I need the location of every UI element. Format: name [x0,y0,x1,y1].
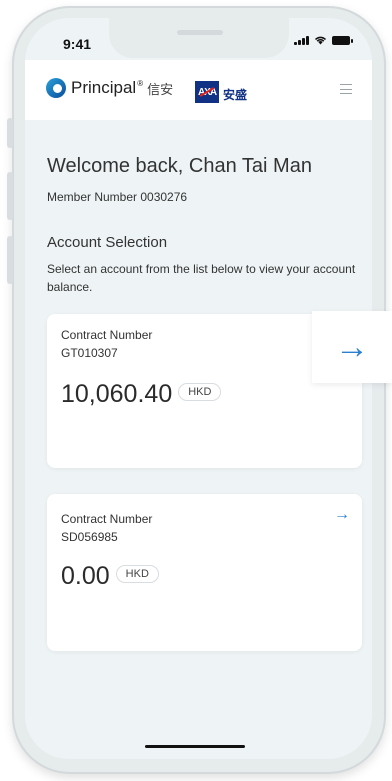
arrow-right-icon: → [335,328,369,366]
balance-amount: 0.00 [61,562,110,590]
account-balance: 0.00 HKD [61,562,159,591]
currency-badge: HKD [115,565,159,584]
phone-side-button [7,236,13,284]
arrow-right-icon[interactable]: → [334,506,350,524]
home-indicator [145,745,245,748]
account-balance: 10,060.40 HKD [61,380,222,409]
contract-number: SD056985 [61,530,118,544]
account-selection-description: Select an account from the list below to… [47,262,356,294]
contract-number-label: Contract Number [61,328,153,342]
contract-number-label: Contract Number [61,512,153,526]
principal-brand-cn: 信安 [147,81,174,97]
menu-icon[interactable] [340,84,352,94]
welcome-heading: Welcome back, Chan Tai Man [47,155,312,177]
account-card[interactable]: Contract Number SD056985 0.00 HKD → [47,494,362,651]
principal-logo: Principal® 信安 [46,78,173,98]
app-content: Principal® 信安 AXA 安盛 Welcome back, Chan … [25,18,372,759]
balance-amount: 10,060.40 [61,380,173,408]
phone-side-button [7,118,13,148]
contract-number: GT010307 [61,346,118,360]
member-number: Member Number 0030276 [47,190,188,204]
account-selection-title: Account Selection [47,234,168,251]
currency-badge: HKD [178,383,222,402]
axa-brand-cn: 安盛 [223,88,248,102]
phone-side-button [7,172,13,220]
principal-logo-icon [46,78,66,98]
axa-logo: AXA [195,81,219,103]
app-header: Principal® 信安 AXA 安盛 [25,60,372,120]
account-arrow-button[interactable]: → [312,311,392,383]
principal-brand-name: Principal® [71,78,144,97]
